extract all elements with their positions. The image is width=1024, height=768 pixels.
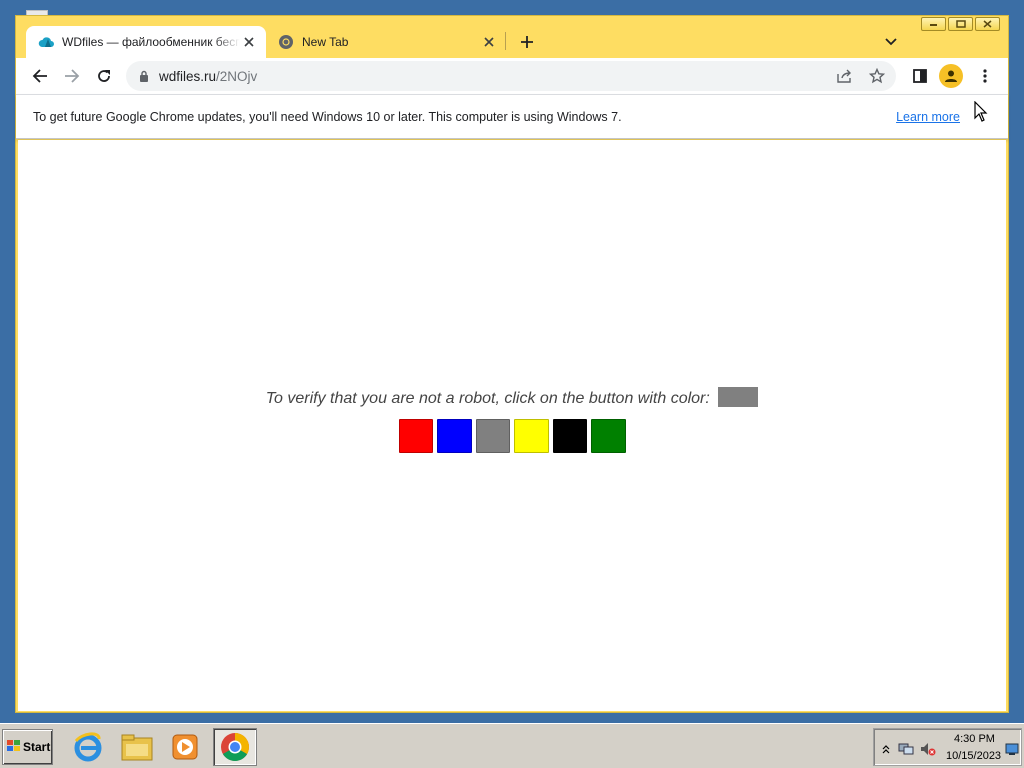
color-button-black[interactable] bbox=[552, 419, 587, 453]
cloud-icon bbox=[38, 34, 54, 50]
start-button[interactable]: Start bbox=[2, 729, 53, 765]
windows-logo-icon bbox=[6, 739, 22, 756]
captcha-prompt: To verify that you are not a robot, clic… bbox=[18, 387, 1006, 408]
volume-muted-icon[interactable] bbox=[920, 742, 936, 756]
captcha-prompt-text: To verify that you are not a robot, clic… bbox=[265, 390, 710, 407]
menu-button[interactable] bbox=[972, 63, 998, 89]
color-button-green[interactable] bbox=[591, 419, 626, 453]
arrow-right-icon bbox=[65, 69, 80, 83]
start-label: Start bbox=[23, 740, 51, 754]
back-button[interactable] bbox=[27, 63, 53, 89]
close-icon[interactable] bbox=[240, 33, 258, 51]
chrome-taskbar-icon[interactable] bbox=[213, 728, 257, 766]
tab-separator bbox=[505, 32, 506, 50]
color-button-yellow[interactable] bbox=[514, 419, 549, 453]
chevron-up-icon[interactable] bbox=[878, 742, 894, 756]
close-icon[interactable] bbox=[480, 33, 498, 51]
show-desktop-icon[interactable] bbox=[1004, 742, 1020, 756]
color-button-gray[interactable] bbox=[475, 419, 510, 453]
star-icon[interactable] bbox=[866, 65, 888, 87]
side-panel-button[interactable] bbox=[907, 63, 933, 89]
system-tray: 4:30 PM 10/15/2023 bbox=[873, 728, 1022, 766]
arrow-left-icon bbox=[32, 69, 47, 83]
chrome-icon bbox=[278, 34, 294, 50]
omnibox-actions bbox=[834, 65, 888, 87]
tab-wdfiles[interactable]: WDfiles — файлообменник бесплатно bbox=[26, 26, 266, 58]
person-icon bbox=[945, 70, 957, 82]
page-content: To verify that you are not a robot, clic… bbox=[18, 140, 1006, 711]
tab-title: New Tab bbox=[302, 35, 349, 49]
tab-new-tab[interactable]: New Tab bbox=[266, 26, 506, 58]
learn-more-link[interactable]: Learn more bbox=[896, 110, 960, 124]
media-player-icon[interactable] bbox=[163, 728, 207, 766]
address-bar[interactable]: wdfiles.ru/2NOjv bbox=[126, 61, 896, 91]
target-color-swatch bbox=[718, 387, 759, 407]
side-panel-icon bbox=[913, 69, 927, 83]
reload-button[interactable] bbox=[91, 63, 117, 89]
tab-strip: WDfiles — файлообменник бесплатно New Ta… bbox=[16, 16, 1008, 58]
clock-date[interactable]: 10/15/2023 bbox=[946, 750, 1001, 762]
new-tab-button[interactable] bbox=[516, 31, 538, 53]
tab-search-button[interactable] bbox=[880, 31, 902, 53]
chevron-down-icon bbox=[885, 38, 897, 46]
forward-button[interactable] bbox=[59, 63, 85, 89]
internet-explorer-icon[interactable] bbox=[66, 728, 110, 766]
network-icon[interactable] bbox=[898, 742, 914, 756]
tab-title: WDfiles — файлообменник бесплатно bbox=[62, 35, 240, 49]
infobar-message: To get future Google Chrome updates, you… bbox=[33, 110, 622, 124]
url-text: wdfiles.ru/2NOjv bbox=[159, 69, 257, 84]
file-explorer-icon[interactable] bbox=[115, 728, 159, 766]
reload-icon bbox=[98, 70, 110, 82]
lock-icon[interactable] bbox=[139, 70, 149, 82]
kebab-menu-icon bbox=[983, 69, 987, 83]
plus-icon bbox=[521, 36, 533, 48]
color-button-group bbox=[18, 419, 1006, 453]
url-path: /2NOjv bbox=[216, 68, 258, 84]
color-button-red[interactable] bbox=[398, 419, 433, 453]
browser-toolbar: wdfiles.ru/2NOjv bbox=[16, 58, 1008, 94]
taskbar: Start 4:30 PM 10/15/2023 bbox=[0, 723, 1024, 768]
mouse-cursor-icon bbox=[974, 101, 988, 122]
browser-window: WDfiles — файлообменник бесплатно New Ta… bbox=[15, 15, 1009, 713]
url-domain: wdfiles.ru bbox=[159, 68, 217, 84]
clock-time[interactable]: 4:30 PM bbox=[954, 733, 995, 745]
update-infobar: To get future Google Chrome updates, you… bbox=[16, 94, 1008, 139]
profile-avatar[interactable] bbox=[939, 64, 963, 88]
share-icon[interactable] bbox=[834, 65, 856, 87]
color-button-blue[interactable] bbox=[437, 419, 472, 453]
